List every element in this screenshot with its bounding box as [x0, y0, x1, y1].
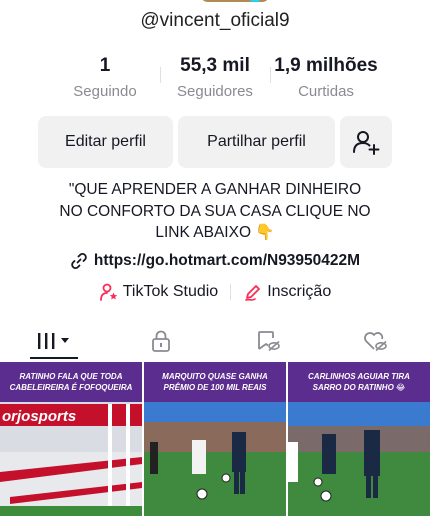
- profile-tabs: [0, 322, 430, 360]
- edit-profile-button[interactable]: Editar perfil: [38, 116, 173, 168]
- profile-bio: "QUE APRENDER A GANHAR DINHEIRO NO CONFO…: [0, 179, 430, 244]
- stat-followers[interactable]: 55,3 mil Seguidores: [165, 55, 265, 100]
- stat-following[interactable]: 1 Seguindo: [55, 55, 155, 100]
- profile-link[interactable]: https://go.hotmart.com/N93950422M: [0, 252, 430, 270]
- profile-username: @vincent_oficial9: [140, 10, 290, 31]
- profile-link-text[interactable]: https://go.hotmart.com/N93950422M: [94, 252, 360, 270]
- tiktok-studio-link[interactable]: TikTok Studio: [99, 282, 218, 302]
- bio-line: LINK ABAIXO 👇: [155, 224, 275, 241]
- link-icon: [71, 253, 87, 269]
- likes-count: 1,9 milhões: [274, 55, 378, 76]
- video-caption: CARLINHOS AGUIAR TIRA SARRO DO RATINHO 😂: [288, 362, 430, 402]
- signup-label: Inscrição: [267, 283, 332, 300]
- profile-apps: TikTok Studio Inscrição: [0, 282, 430, 302]
- add-person-icon: [353, 131, 380, 155]
- followers-count: 55,3 mil: [180, 55, 250, 76]
- video-thumbnail[interactable]: MARQUITO QUASE GANHA PRÊMIO DE 100 MIL R…: [144, 362, 286, 516]
- apps-divider: [230, 284, 232, 300]
- signup-pen-icon: [245, 285, 261, 301]
- video-caption: RATINHO FALA QUE TODA CABELEIREIRA É FOF…: [0, 362, 142, 402]
- studio-person-star-icon: [99, 283, 117, 301]
- bio-line: "QUE APRENDER A GANHAR DINHEIRO: [68, 181, 362, 198]
- video-scene: [144, 402, 286, 516]
- following-count: 1: [99, 55, 111, 76]
- private-tab[interactable]: [107, 322, 214, 360]
- active-tab-indicator: [30, 357, 78, 359]
- video-caption: MARQUITO QUASE GANHA PRÊMIO DE 100 MIL R…: [144, 362, 286, 402]
- hidden-repost-icon: [257, 331, 280, 352]
- tiktok-studio-label: TikTok Studio: [122, 283, 219, 300]
- signup-link[interactable]: Inscrição: [243, 282, 331, 302]
- stat-divider: [160, 67, 161, 83]
- share-profile-button[interactable]: Partilhar perfil: [178, 116, 335, 168]
- reposts-tab[interactable]: [214, 322, 321, 360]
- video-thumbnail[interactable]: CARLINHOS AGUIAR TIRA SARRO DO RATINHO 😂: [288, 362, 430, 516]
- grid-bars-icon: [37, 333, 69, 349]
- video-thumbnail[interactable]: RATINHO FALA QUE TODA CABELEIREIRA É FOF…: [0, 362, 142, 516]
- bio-line: NO CONFORTO DA SUA CASA CLIQUE NO: [59, 202, 371, 220]
- lock-icon: [151, 330, 170, 352]
- video-banner-text: orjosports: [2, 408, 77, 425]
- video-grid: RATINHO FALA QUE TODA CABELEIREIRA É FOF…: [0, 362, 430, 516]
- video-scene: [288, 402, 430, 516]
- videos-tab[interactable]: [0, 322, 107, 360]
- followers-label: Seguidores: [177, 83, 253, 100]
- add-friend-button[interactable]: [340, 116, 392, 168]
- stat-likes[interactable]: 1,9 milhões Curtidas: [265, 55, 387, 100]
- following-label: Seguindo: [73, 83, 137, 100]
- hidden-heart-icon: [363, 332, 387, 352]
- profile-stats: 1 Seguindo 55,3 mil Seguidores 1,9 milhõ…: [0, 55, 430, 105]
- likes-label: Curtidas: [298, 83, 354, 100]
- liked-tab[interactable]: [321, 322, 428, 360]
